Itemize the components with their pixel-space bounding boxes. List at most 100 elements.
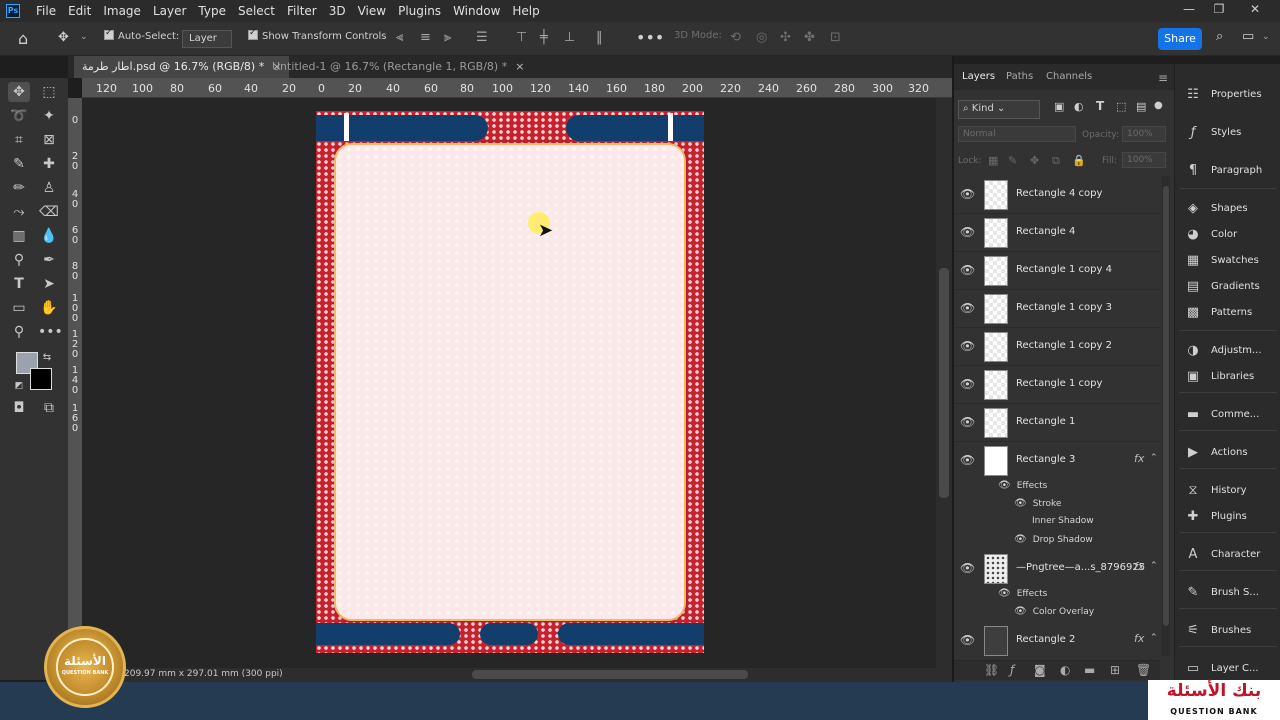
effect-eye-icon[interactable]: 👁 xyxy=(1014,534,1027,545)
lasso-tool-icon[interactable]: ➰ xyxy=(8,106,30,126)
move-tool-icon[interactable]: ✥ xyxy=(58,30,69,45)
delete-layer-icon[interactable]: 🗑 xyxy=(1136,663,1151,677)
background-color-swatch[interactable] xyxy=(30,368,52,390)
menu-help[interactable]: Help xyxy=(506,4,545,18)
align-top-icon[interactable]: ⊤ xyxy=(516,30,527,45)
move-tool-icon[interactable]: ✥ xyxy=(8,82,30,102)
filter-pixel-icon[interactable]: ▣ xyxy=(1054,100,1064,113)
blend-mode-dropdown[interactable]: Normal xyxy=(958,126,1076,142)
tab-paths[interactable]: Paths xyxy=(1006,71,1033,82)
menu-plugins[interactable]: Plugins xyxy=(392,4,447,18)
tab-main-document[interactable]: اطار طرمة.psd @ 16.7% (RGB/8) * × xyxy=(74,56,290,78)
dock-shapes[interactable]: ◈ Shapes xyxy=(1175,198,1280,222)
menu-type[interactable]: Type xyxy=(192,4,232,18)
align-bottom-icon[interactable]: ⊥ xyxy=(564,30,575,45)
layer-row[interactable]: 👁 Rectangle 1 copy xyxy=(954,366,1160,404)
menu-image[interactable]: Image xyxy=(97,4,147,18)
menu-3d[interactable]: 3D xyxy=(323,4,352,18)
crop-tool-icon[interactable]: ⌗ xyxy=(8,130,30,150)
layer-row[interactable]: 👁 Rectangle 4 xyxy=(954,214,1160,252)
close-tab-icon[interactable]: × xyxy=(515,60,524,73)
menu-edit[interactable]: Edit xyxy=(62,4,97,18)
visibility-eye-icon[interactable]: 👁 xyxy=(960,301,975,315)
stamp-tool-icon[interactable]: ♙ xyxy=(38,178,60,198)
dock-color[interactable]: ◕ Color xyxy=(1175,224,1280,248)
visibility-eye-icon[interactable]: 👁 xyxy=(960,561,975,575)
rectangle-tool-icon[interactable]: ▭ xyxy=(8,298,30,318)
dock-swatches[interactable]: ▦ Swatches xyxy=(1175,250,1280,274)
swap-colors-icon[interactable]: ⇆ xyxy=(40,348,54,368)
frame-tool-icon[interactable]: ⊠ xyxy=(38,130,60,150)
fill-input[interactable]: 100% xyxy=(1122,152,1166,168)
adjustment-layer-icon[interactable]: ◐ xyxy=(1060,663,1070,677)
distribute-icon[interactable]: ☰ xyxy=(476,30,488,45)
panel-menu-icon[interactable]: ≡ xyxy=(1158,71,1168,85)
horizontal-scrollbar[interactable] xyxy=(472,670,748,679)
share-button[interactable]: Share xyxy=(1158,28,1202,50)
effect-eye-icon[interactable]: 👁 xyxy=(1014,606,1027,617)
align-left-icon[interactable]: ⫷ xyxy=(396,30,403,45)
layer-row[interactable]: 👁 Rectangle 1 copy 2 xyxy=(954,328,1160,366)
effect-inner-shadow[interactable]: Inner Shadow xyxy=(1032,516,1094,526)
fx-icon[interactable]: fx xyxy=(1134,632,1144,645)
expand-caret-icon[interactable]: ⌃ xyxy=(1150,633,1158,643)
magic-wand-icon[interactable]: ✦ xyxy=(38,106,60,126)
workspace-chevron-icon[interactable]: ⌄ xyxy=(1262,32,1270,42)
visibility-eye-icon[interactable]: 👁 xyxy=(960,377,975,391)
default-colors-icon[interactable]: ◩ xyxy=(12,376,26,396)
dock-comments[interactable]: ▬ Comme... xyxy=(1175,404,1280,428)
dock-libraries[interactable]: ▣ Libraries xyxy=(1175,366,1280,390)
lock-pixels-icon[interactable]: ✎ xyxy=(1008,154,1017,167)
layer-row[interactable]: 👁 Rectangle 3 fx ⌃ xyxy=(954,442,1160,480)
visibility-eye-icon[interactable]: 👁 xyxy=(960,263,975,277)
blur-tool-icon[interactable]: 💧 xyxy=(38,226,60,246)
show-transform-checkbox[interactable]: Show Transform Controls xyxy=(248,28,386,42)
effect-stroke[interactable]: 👁 Stroke xyxy=(1014,498,1061,509)
add-style-icon[interactable]: ƒ xyxy=(1010,663,1014,677)
layer-row[interactable]: 👁 Rectangle 4 copy xyxy=(954,176,1160,214)
visibility-eye-icon[interactable]: 👁 xyxy=(960,339,975,353)
effect-drop-shadow[interactable]: 👁 Drop Shadow xyxy=(1014,534,1093,545)
dock-paragraph[interactable]: ¶ Paragraph xyxy=(1175,160,1280,184)
vertical-scrollbar[interactable] xyxy=(936,98,952,668)
more-tools-icon[interactable]: ••• xyxy=(38,322,63,342)
layer-row[interactable]: 👁 Rectangle 2 fx ⌃ xyxy=(954,622,1160,660)
add-mask-icon[interactable]: ◙ xyxy=(1034,663,1046,677)
visibility-eye-icon[interactable]: 👁 xyxy=(960,453,975,467)
menu-filter[interactable]: Filter xyxy=(281,4,323,18)
expand-caret-icon[interactable]: ⌃ xyxy=(1150,561,1158,571)
lock-artboard-icon[interactable]: ⧉ xyxy=(1052,154,1060,168)
layer-row[interactable]: 👁 Rectangle 1 xyxy=(954,404,1160,442)
link-layers-icon[interactable]: ⛓ xyxy=(984,663,999,677)
auto-select-dropdown[interactable]: Layer xyxy=(182,30,232,48)
eraser-tool-icon[interactable]: ⌫ xyxy=(38,202,60,222)
lock-all-icon[interactable]: 🔒 xyxy=(1072,154,1086,167)
visibility-eye-icon[interactable]: 👁 xyxy=(960,415,975,429)
new-layer-icon[interactable]: ⊞ xyxy=(1110,663,1120,677)
visibility-eye-icon[interactable]: 👁 xyxy=(960,187,975,201)
search-icon[interactable]: ⌕ xyxy=(1216,29,1223,44)
new-group-icon[interactable]: ▬ xyxy=(1084,663,1095,677)
effects-eye-icon[interactable]: 👁 xyxy=(998,480,1011,491)
visibility-eye-icon[interactable]: 👁 xyxy=(960,633,975,647)
lock-position-icon[interactable]: ✥ xyxy=(1030,154,1039,167)
fx-icon[interactable]: fx xyxy=(1134,560,1144,573)
dock-plugins[interactable]: ✚ Plugins xyxy=(1175,506,1280,530)
effects-eye-icon[interactable]: 👁 xyxy=(998,588,1011,599)
menu-layer[interactable]: Layer xyxy=(147,4,192,18)
filter-type-icon[interactable]: T xyxy=(1096,99,1104,113)
dock-properties[interactable]: ☷ Properties xyxy=(1175,84,1280,108)
dock-actions[interactable]: ▶ Actions xyxy=(1175,442,1280,466)
tab-layers[interactable]: Layers xyxy=(962,71,995,82)
eyedropper-icon[interactable]: ✎ xyxy=(8,154,30,174)
type-tool-icon[interactable]: T xyxy=(8,274,30,294)
expand-caret-icon[interactable]: ⌃ xyxy=(1150,453,1158,463)
zoom-tool-icon[interactable]: ⚲ xyxy=(8,322,30,342)
layer-row[interactable]: 👁 Rectangle 1 copy 3 xyxy=(954,290,1160,328)
minimize-button[interactable]: — xyxy=(1174,2,1204,20)
menu-window[interactable]: Window xyxy=(447,4,506,18)
more-options-icon[interactable]: ••• xyxy=(636,28,664,47)
layer-row[interactable]: 👁 Rectangle 1 copy 4 xyxy=(954,252,1160,290)
dock-styles[interactable]: ƒ Styles xyxy=(1175,122,1280,146)
quick-mask-icon[interactable]: ◘ xyxy=(8,398,30,418)
